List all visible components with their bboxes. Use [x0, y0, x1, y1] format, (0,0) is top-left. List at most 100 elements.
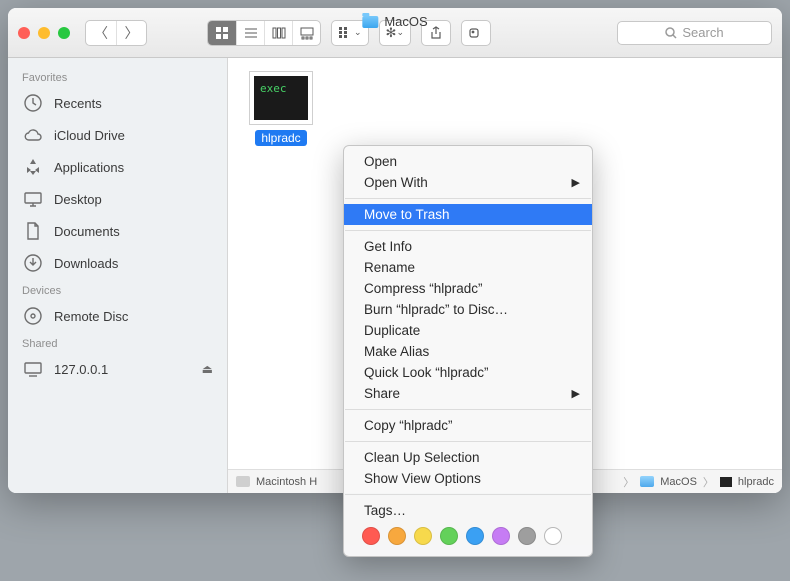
menu-separator — [345, 494, 591, 495]
menu-item-tags-[interactable]: Tags… — [344, 500, 592, 521]
tag-color-dot[interactable] — [466, 527, 484, 545]
sidebar-item-label: Documents — [54, 224, 120, 239]
menu-item-duplicate[interactable]: Duplicate — [344, 320, 592, 341]
sidebar-item-downloads[interactable]: Downloads — [8, 247, 227, 279]
menu-item-copy-hlpradc-[interactable]: Copy “hlpradc” — [344, 415, 592, 436]
disc-icon — [22, 305, 44, 327]
tag-color-none[interactable] — [544, 527, 562, 545]
tag-color-row — [344, 521, 592, 551]
menu-item-compress-hlpradc-[interactable]: Compress “hlpradc” — [344, 278, 592, 299]
file-label[interactable]: hlpradc — [255, 130, 306, 146]
submenu-arrow-icon: ▶ — [572, 176, 580, 189]
menu-item-open-with[interactable]: Open With ▶ — [344, 172, 592, 193]
eject-icon[interactable]: ⏏ — [202, 362, 213, 376]
tag-color-dot[interactable] — [414, 527, 432, 545]
sidebar-item-label: Applications — [54, 160, 124, 175]
hd-icon — [236, 476, 250, 487]
back-button[interactable]: 〈 — [86, 21, 116, 45]
sidebar-item-desktop[interactable]: Desktop — [8, 183, 227, 215]
menu-item-label: Tags… — [364, 503, 406, 518]
toolbar: ⌄ ✻ ⌄ — [207, 20, 491, 46]
sidebar-header: Shared — [8, 332, 227, 353]
sidebar-item-documents[interactable]: Documents — [8, 215, 227, 247]
search-input[interactable]: Search — [617, 21, 772, 45]
sidebar-item-remote-disc[interactable]: Remote Disc — [8, 300, 227, 332]
search-icon — [665, 27, 677, 39]
minimize-button[interactable] — [38, 27, 50, 39]
context-menu: Open Open With ▶ Move to Trash Get Info … — [343, 145, 593, 557]
menu-item-label: Burn “hlpradc” to Disc… — [364, 302, 508, 317]
menu-item-label: Move to Trash — [364, 207, 450, 222]
file-item[interactable]: exec hlpradc — [242, 72, 320, 147]
clock-icon — [22, 92, 44, 114]
folder-icon — [640, 476, 654, 487]
sidebar-item-label: iCloud Drive — [54, 128, 125, 143]
tag-color-dot[interactable] — [388, 527, 406, 545]
path-seg[interactable]: Macintosh H — [256, 476, 317, 488]
menu-item-label: Open — [364, 154, 397, 169]
menu-item-label: Make Alias — [364, 344, 429, 359]
screen-icon — [22, 358, 44, 380]
menu-item-label: Show View Options — [364, 471, 481, 486]
view-icon-button[interactable] — [208, 21, 236, 45]
sidebar-item-icloud-drive[interactable]: iCloud Drive — [8, 119, 227, 151]
sidebar-item-label: Recents — [54, 96, 102, 111]
menu-separator — [345, 198, 591, 199]
view-list-button[interactable] — [236, 21, 264, 45]
search-placeholder: Search — [682, 25, 723, 40]
menu-item-quick-look-hlpradc-[interactable]: Quick Look “hlpradc” — [344, 362, 592, 383]
menu-item-clean-up-selection[interactable]: Clean Up Selection — [344, 447, 592, 468]
sidebar-header: Favorites — [8, 66, 227, 87]
sidebar-item-label: Remote Disc — [54, 309, 128, 324]
menu-item-show-view-options[interactable]: Show View Options — [344, 468, 592, 489]
menu-item-rename[interactable]: Rename — [344, 257, 592, 278]
view-switcher — [207, 20, 321, 46]
menu-separator — [345, 441, 591, 442]
tag-color-dot[interactable] — [362, 527, 380, 545]
exec-icon: exec — [250, 72, 312, 124]
sidebar-item-label: Downloads — [54, 256, 118, 271]
menu-item-label: Open With — [364, 175, 428, 190]
view-column-button[interactable] — [264, 21, 292, 45]
sidebar-item-label: 127.0.0.1 — [54, 362, 108, 377]
menu-item-get-info[interactable]: Get Info — [344, 236, 592, 257]
sidebar-header: Devices — [8, 279, 227, 300]
menu-separator — [345, 230, 591, 231]
nav-back-forward: 〈 〉 — [85, 20, 147, 46]
menu-item-burn-hlpradc-to-disc-[interactable]: Burn “hlpradc” to Disc… — [344, 299, 592, 320]
close-button[interactable] — [18, 27, 30, 39]
submenu-arrow-icon: ▶ — [572, 387, 580, 400]
apps-icon — [22, 156, 44, 178]
menu-item-label: Rename — [364, 260, 415, 275]
exec-icon — [720, 477, 732, 487]
menu-item-share[interactable]: Share ▶ — [344, 383, 592, 404]
path-seg[interactable]: hlpradc — [738, 476, 774, 488]
zoom-button[interactable] — [58, 27, 70, 39]
doc-icon — [22, 220, 44, 242]
window-title: MacOS — [362, 14, 427, 29]
sidebar-item-recents[interactable]: Recents — [8, 87, 227, 119]
menu-item-open[interactable]: Open — [344, 151, 592, 172]
tags-button[interactable] — [462, 21, 490, 45]
menu-item-label: Quick Look “hlpradc” — [364, 365, 489, 380]
tag-color-dot[interactable] — [440, 527, 458, 545]
tag-color-dot[interactable] — [518, 527, 536, 545]
menu-item-label: Get Info — [364, 239, 412, 254]
tag-color-dot[interactable] — [492, 527, 510, 545]
menu-item-label: Share — [364, 386, 400, 401]
menu-item-label: Clean Up Selection — [364, 450, 480, 465]
menu-item-move-to-trash[interactable]: Move to Trash — [344, 204, 592, 225]
desktop-icon — [22, 188, 44, 210]
menu-item-make-alias[interactable]: Make Alias — [344, 341, 592, 362]
sidebar-item-applications[interactable]: Applications — [8, 151, 227, 183]
download-icon — [22, 252, 44, 274]
menu-separator — [345, 409, 591, 410]
sidebar-item-127-0-0-1[interactable]: 127.0.0.1 ⏏ — [8, 353, 227, 385]
view-gallery-button[interactable] — [292, 21, 320, 45]
sidebar: Favorites Recents iCloud Drive Applicati… — [8, 58, 228, 493]
menu-item-label: Duplicate — [364, 323, 420, 338]
menu-item-label: Copy “hlpradc” — [364, 418, 453, 433]
folder-icon — [362, 16, 378, 28]
forward-button[interactable]: 〉 — [116, 21, 146, 45]
path-seg[interactable]: MacOS — [660, 476, 697, 488]
